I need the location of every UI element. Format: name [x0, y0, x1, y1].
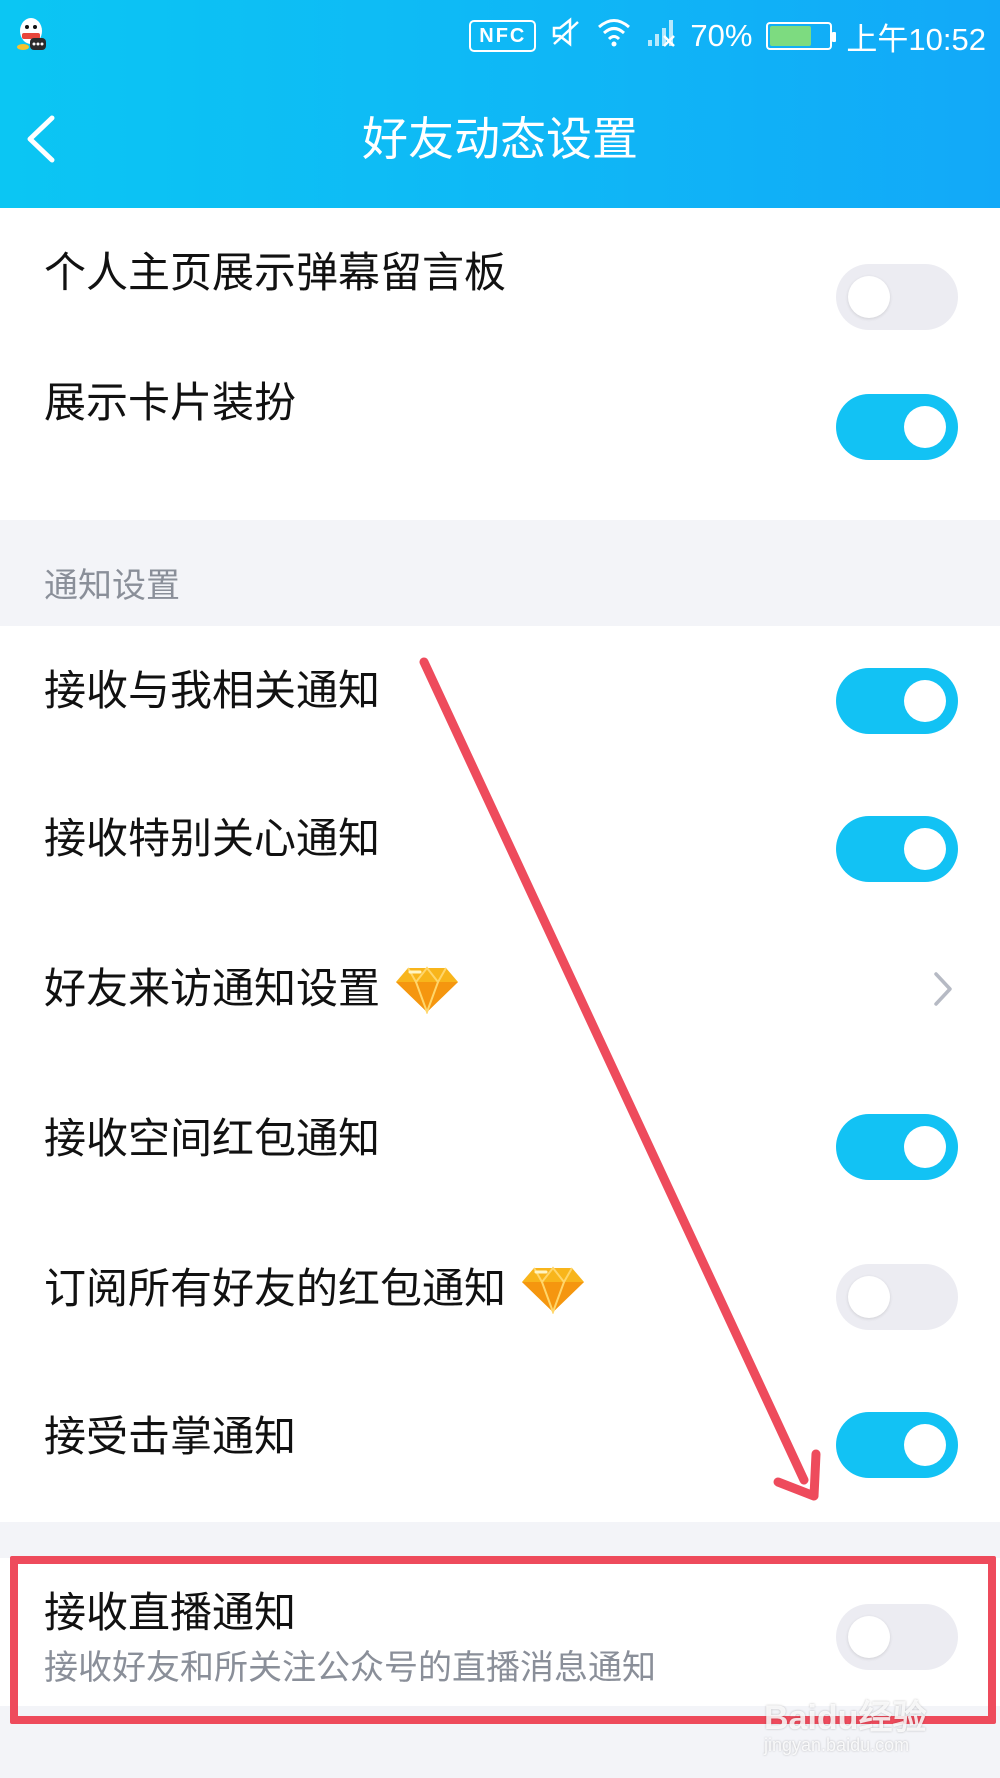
chevron-right-icon	[934, 972, 952, 1006]
wifi-icon	[596, 16, 632, 56]
live-notifications-toggle[interactable]	[836, 1604, 958, 1670]
row-barrage-board[interactable]: 个人主页展示弹幕留言板	[0, 208, 1000, 338]
row-red-packet-notifications[interactable]: 接收空间红包通知	[0, 1074, 1000, 1204]
notification-settings-group: 接收与我相关通知 接收特别关心通知 好友来访通知设置 接收空间红包通知 订阅所有…	[0, 626, 1000, 1522]
page-title: 好友动态设置	[362, 112, 638, 166]
setting-label: 接收空间红包通知	[44, 1114, 381, 1163]
signal-icon	[646, 16, 676, 56]
setting-label: 接收与我相关通知	[44, 666, 381, 715]
diamond-icon	[522, 1266, 585, 1314]
setting-label: 接收直播通知	[44, 1588, 297, 1637]
setting-label: 展示卡片装扮	[44, 378, 297, 427]
watermark-logo: Baidu经验	[764, 1699, 927, 1737]
watermark-url: jingyan.baidu.com	[764, 1735, 910, 1755]
status-bar: NFC 70% 上午10:52	[0, 0, 1000, 72]
setting-label: 个人主页展示弹幕留言板	[44, 248, 507, 297]
navigation-bar: 好友动态设置	[0, 90, 1000, 190]
qq-notification-icon	[14, 16, 48, 52]
related-notifications-toggle[interactable]	[836, 668, 958, 734]
row-special-care-notifications[interactable]: 接收特别关心通知	[0, 774, 1000, 904]
section-title-notifications: 通知设置	[44, 566, 180, 606]
status-indicators: NFC 70% 上午10:52	[469, 14, 986, 58]
setting-label: 接受击掌通知	[44, 1412, 297, 1461]
red-packet-toggle[interactable]	[836, 1114, 958, 1180]
special-care-toggle[interactable]	[836, 816, 958, 882]
card-decoration-toggle[interactable]	[836, 394, 958, 460]
battery-percent: 70%	[690, 18, 753, 53]
row-card-decoration[interactable]: 展示卡片装扮	[0, 338, 1000, 468]
barrage-board-toggle[interactable]	[836, 264, 958, 330]
row-related-notifications[interactable]: 接收与我相关通知	[0, 626, 1000, 756]
clock: 上午10:52	[846, 21, 986, 57]
subscribe-red-packets-toggle[interactable]	[836, 1264, 958, 1330]
diamond-icon	[396, 966, 459, 1014]
watermark: Baidu经验 jingyan.baidu.com	[764, 1690, 964, 1770]
nfc-icon: NFC	[469, 20, 537, 52]
setting-label: 好友来访通知设置	[44, 964, 381, 1013]
high-five-toggle[interactable]	[836, 1412, 958, 1478]
row-subscribe-red-packets[interactable]: 订阅所有好友的红包通知	[0, 1224, 1000, 1354]
row-visitor-notifications[interactable]: 好友来访通知设置	[0, 924, 1000, 1054]
silent-mode-icon	[550, 16, 582, 56]
setting-label: 接收特别关心通知	[44, 814, 381, 863]
row-high-five-notifications[interactable]: 接受击掌通知	[0, 1372, 1000, 1502]
battery-icon	[766, 22, 837, 50]
live-notifications-description: 接收好友和所关注公众号的直播消息通知	[44, 1648, 656, 1688]
setting-label: 订阅所有好友的红包通知	[44, 1264, 507, 1313]
display-settings-group: 个人主页展示弹幕留言板 展示卡片装扮	[0, 208, 1000, 520]
title-bar: NFC 70% 上午10:52 好友动态设置	[0, 0, 1000, 208]
